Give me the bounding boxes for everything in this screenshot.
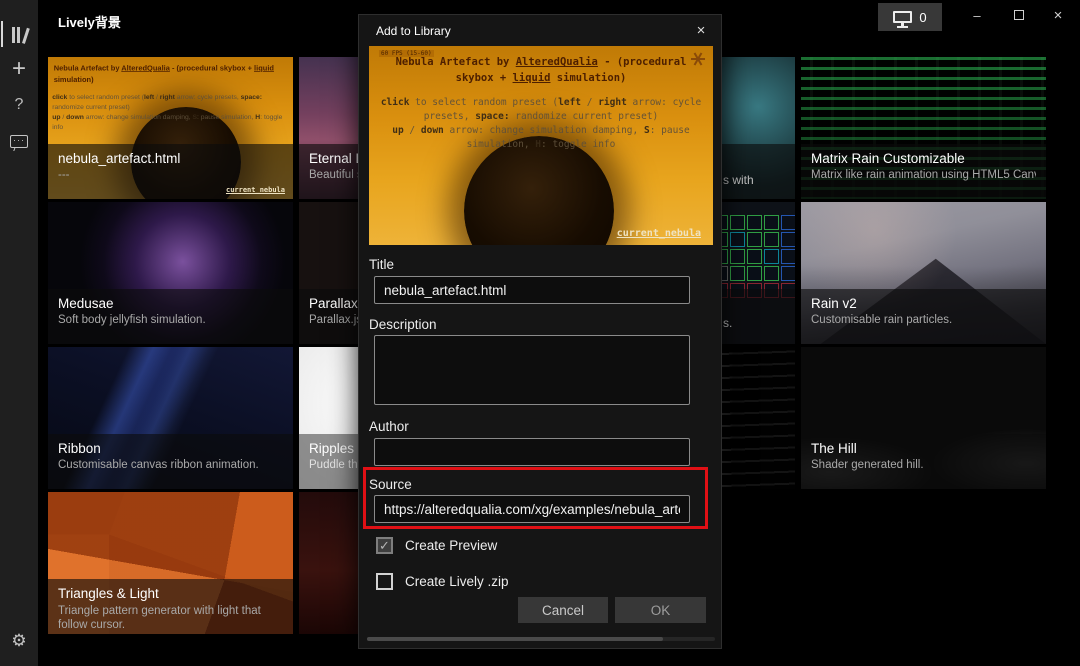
sidebar-item-feedback[interactable]: ··· [0,124,38,158]
display-select-button[interactable]: 0 [878,3,942,31]
minimize-button[interactable]: – [955,0,999,30]
tile-label: Triangles & Light Triangle pattern gener… [48,579,293,634]
description-input[interactable] [374,335,690,405]
tile-matrix-rain[interactable]: Matrix Rain Customizable Matrix like rai… [801,57,1046,199]
current-nebula-link: current_nebula [226,186,285,194]
tile-subtitle: Matrix like rain animation using HTML5 C… [811,169,1036,181]
alteredqualia-link: AlteredQualia [516,56,598,68]
add-to-library-dialog: Add to Library × 60 FPS (15-60) Nebula A… [358,14,722,649]
nebula-overlay-text: Nebula Artefact by AlteredQualia - (proc… [48,57,293,133]
monitor-icon [893,11,912,23]
current-nebula-link[interactable]: current_nebula [617,228,701,239]
create-zip-row[interactable]: Create Lively .zip [376,573,509,590]
scrollbar-thumb[interactable] [367,637,663,641]
tile-ribbon[interactable]: Ribbon Customisable canvas ribbon animat… [48,347,293,489]
tile-triangles-light[interactable]: Triangles & Light Triangle pattern gener… [48,492,293,634]
tile-title: Triangles & Light [58,586,283,601]
tile-subtitle-fragment: s. [723,316,732,330]
author-field-label: Author [369,419,409,434]
create-preview-label: Create Preview [405,538,497,553]
sidebar-item-settings[interactable]: ⚙ [0,624,38,658]
tile-subtitle: --- [58,169,283,181]
wallpaper-preview: 60 FPS (15-60) Nebula Artefact by Altere… [369,46,713,245]
create-zip-checkbox[interactable] [376,573,393,590]
title-field-label: Title [369,257,394,272]
periodic-table-graphic [713,215,795,298]
tile-the-hill[interactable]: The Hill Shader generated hill. [801,347,1046,489]
lively-wallpaper-window: + ? ··· ⚙ Lively背景 0 – × Nebula Artefact… [0,0,1080,666]
liquid-link: liquid [513,72,551,84]
tile-subtitle-fragment: s with [723,173,754,187]
nebula-overlay-text: Nebula Artefact by AlteredQualia - (proc… [369,46,713,153]
tile-title: Rain v2 [811,296,1036,311]
tile-subtitle: Customisable canvas ribbon animation. [58,459,283,471]
author-input[interactable] [374,438,690,466]
tile-subtitle: Customisable rain particles. [811,314,1036,326]
dialog-title: Add to Library [376,24,451,38]
snowflake-icon [691,52,705,66]
gear-icon: ⚙ [11,631,26,651]
minimize-icon: – [973,8,980,23]
library-icon [12,26,27,43]
sidebar-item-library[interactable] [0,17,38,51]
tile-title: Matrix Rain Customizable [811,151,1036,166]
ok-button[interactable]: OK [615,597,706,623]
source-field-label: Source [369,477,412,492]
feedback-icon: ··· [10,135,28,148]
tile-label: Matrix Rain Customizable Matrix like rai… [801,144,1046,199]
create-preview-row[interactable]: ✓ Create Preview [376,537,497,554]
description-field-label: Description [369,317,437,332]
cancel-button[interactable]: Cancel [518,597,608,623]
maximize-icon [1014,10,1024,20]
tile-medusae[interactable]: Medusae Soft body jellyfish simulation. [48,202,293,344]
tile-subtitle: Soft body jellyfish simulation. [58,314,283,326]
sidebar-item-add-wallpaper[interactable]: + [0,52,38,86]
close-icon: × [697,22,706,39]
page-title: Lively背景 [58,12,121,31]
tile-subtitle: Shader generated hill. [811,459,1036,471]
close-icon: × [1054,7,1063,24]
tile-rain-v2[interactable]: Rain v2 Customisable rain particles. [801,202,1046,344]
sidebar: + ? ··· ⚙ [0,0,38,666]
maximize-button[interactable] [997,0,1041,30]
tile-label: The Hill Shader generated hill. [801,434,1046,489]
tile-subtitle: Triangle pattern generator with light th… [58,604,283,633]
tile-title: nebula_artefact.html [58,151,283,166]
tile-label: Medusae Soft body jellyfish simulation. [48,289,293,344]
help-icon: ? [15,96,24,114]
tile-title: The Hill [811,441,1036,456]
dialog-close-button[interactable]: × [689,20,713,42]
tile-title: Medusae [58,296,283,311]
tile-nebula-artefact[interactable]: Nebula Artefact by AlteredQualia - (proc… [48,57,293,199]
monitor-count: 0 [919,10,926,25]
create-preview-checkbox[interactable]: ✓ [376,537,393,554]
tile-label: Ribbon Customisable canvas ribbon animat… [48,434,293,489]
sidebar-item-help[interactable]: ? [0,88,38,122]
tile-title: Ribbon [58,441,283,456]
tile-label: Rain v2 Customisable rain particles. [801,289,1046,344]
close-window-button[interactable]: × [1036,0,1080,30]
create-zip-label: Create Lively .zip [405,574,509,589]
dialog-horizontal-scrollbar[interactable] [367,637,715,641]
fps-counter: 60 FPS (15-60) [379,50,434,57]
plus-icon: + [12,59,26,79]
source-input[interactable] [374,495,690,523]
title-input[interactable] [374,276,690,304]
